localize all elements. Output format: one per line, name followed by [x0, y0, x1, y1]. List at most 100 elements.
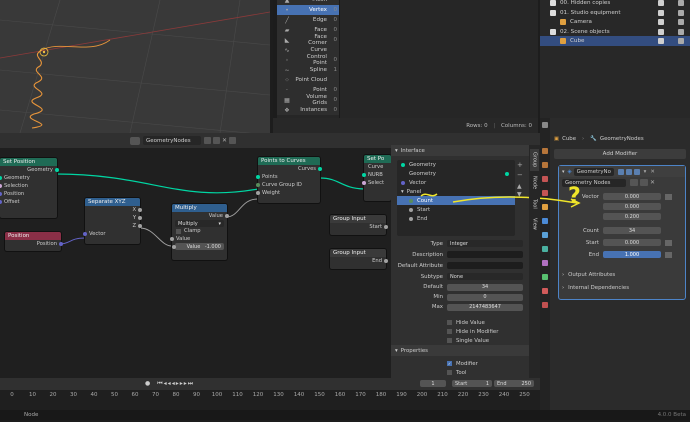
visibility-eye-icon[interactable] [658, 28, 664, 35]
next-key-icon[interactable]: ▸▸ [180, 380, 188, 387]
count-field[interactable]: 34 [603, 227, 661, 234]
points-to-curves-node[interactable]: Points to Curves Curves Points Curve Gro… [256, 157, 322, 203]
unlink-icon[interactable]: ✕ [222, 137, 227, 144]
output-attributes-panel[interactable]: › Output Attributes [562, 270, 615, 279]
single-value-checkbox[interactable] [447, 338, 452, 343]
timeline-header[interactable]: ● ⏮ ◂◂ ◂ ▸ ▸▸ ⏭ 1 Start 1 End 250 [0, 378, 540, 390]
end-frame-field[interactable]: End 250 [494, 380, 534, 387]
vector-x-field[interactable]: 0.000 [603, 193, 661, 200]
render-camera-icon[interactable] [678, 9, 684, 16]
spreadsheet-editor[interactable]: ▲ Mesh • Vertex 0 ╱ Edge 0 ▰ Face 0 ◣ Face Corner 0 ∿ C… [273, 0, 538, 133]
separate-xyz-node[interactable]: Separate XYZ X Y Z Vector [83, 198, 142, 244]
node-tree-type-icon[interactable] [130, 136, 140, 145]
spreadsheet-item-count: 0 [333, 37, 337, 43]
dropdown-icon[interactable]: ▾ [644, 169, 647, 175]
fake-user-icon[interactable] [630, 179, 638, 186]
tab-node[interactable]: Node [530, 173, 539, 193]
close-icon[interactable]: ✕ [650, 169, 655, 175]
duplicate-icon[interactable] [640, 179, 648, 186]
point-cloud-icon: ⁘ [284, 76, 290, 84]
modifier-checkbox[interactable]: ✓ [447, 361, 452, 366]
subtype-dropdown[interactable]: None [447, 273, 523, 280]
render-camera-icon[interactable] [678, 38, 684, 44]
position-node[interactable]: Position Position [5, 232, 63, 251]
group-input-node-end[interactable]: Group Input End [330, 249, 388, 269]
multiply-value-field[interactable]: Value -1.000 [172, 243, 224, 250]
prev-key-icon[interactable]: ◂◂ [164, 380, 172, 387]
3d-viewport[interactable] [0, 0, 271, 136]
tab-group[interactable]: Group [530, 149, 539, 171]
description-field[interactable] [447, 251, 523, 258]
playback-controls[interactable]: ● ⏮ ◂◂ ◂ ▸ ▸▸ ⏭ [145, 379, 194, 388]
current-frame-field[interactable]: 1 [420, 380, 446, 387]
vector-z-field[interactable]: 0.200 [603, 213, 661, 220]
render-icon[interactable] [633, 168, 640, 175]
start-field[interactable]: 0.000 [603, 239, 661, 246]
jump-end-icon[interactable]: ⏭ [188, 380, 194, 388]
fake-user-icon[interactable] [204, 137, 211, 144]
outliner[interactable]: 00. Hidden copies 01. Studio equipment Cam… [540, 0, 690, 50]
hide-in-modifier-checkbox[interactable] [447, 329, 452, 334]
outliner-item-camera[interactable]: Camera [540, 17, 690, 27]
attribute-toggle-icon[interactable] [665, 239, 672, 246]
timeline-tick-label: 70 [152, 392, 159, 398]
visibility-eye-icon[interactable] [658, 0, 664, 6]
record-icon[interactable]: ● [145, 380, 151, 387]
tool-checkbox[interactable] [447, 370, 452, 375]
min-field[interactable]: 0 [447, 293, 523, 301]
render-camera-icon[interactable] [678, 28, 684, 35]
default-field[interactable]: 34 [447, 283, 523, 291]
timeline-tick-label: 220 [457, 392, 469, 398]
hide-value-checkbox[interactable] [447, 320, 452, 325]
visibility-eye-icon[interactable] [658, 9, 664, 16]
default-attribute-field[interactable] [447, 262, 523, 269]
unlink-icon[interactable]: ✕ [650, 179, 655, 186]
sidebar-n-panel[interactable]: ▾ Interface Geometry Geometry Vector ▾ Pan… [391, 145, 581, 378]
spreadsheet-item-spline[interactable]: ∼ Spline 1 [277, 65, 339, 75]
multiply-node[interactable]: Multiply Value Multiply ▾ Clamp Value Val… [170, 204, 229, 260]
pin-icon[interactable] [229, 137, 237, 144]
render-camera-icon[interactable] [678, 0, 684, 6]
outliner-item-02-scene-objects[interactable]: 02. Scene objects [540, 27, 690, 37]
spreadsheet-item-edge[interactable]: ╱ Edge 0 [277, 15, 339, 25]
tab-view[interactable]: View [530, 215, 539, 233]
outliner-item-01-studio-equipment[interactable]: 01. Studio equipment [540, 8, 690, 18]
start-frame-field[interactable]: Start 1 [452, 380, 492, 387]
math-operation-dropdown[interactable]: Multiply ▾ [175, 220, 224, 227]
realtime-icon[interactable] [625, 168, 632, 175]
render-camera-icon[interactable] [678, 19, 684, 25]
tab-tool[interactable]: Tool [530, 195, 539, 213]
collection-icon [550, 9, 556, 16]
spreadsheet-item-point-cloud[interactable]: ⁘ Point Cloud [277, 75, 339, 85]
properties-panel-header[interactable]: ▾ Properties [391, 345, 529, 356]
end-field[interactable]: 1.000 [603, 251, 661, 258]
attribute-toggle-icon[interactable] [665, 251, 672, 258]
spreadsheet-item-label: Curve [310, 47, 327, 53]
clamp-checkbox[interactable] [176, 228, 181, 234]
spreadsheet-item-face-corner[interactable]: ◣ Face Corner 0 [277, 34, 339, 46]
edit-mode-icon[interactable] [617, 168, 624, 175]
spreadsheet-item-volume-grids[interactable]: ▦ Volume Grids 0 [277, 94, 339, 106]
internal-dependencies-panel[interactable]: › Internal Dependencies [562, 283, 629, 292]
outliner-item-cube[interactable]: Cube [540, 36, 690, 46]
set-position-node-2[interactable]: Set Po Curve NURB Select [362, 155, 391, 201]
node-tree-name-field[interactable]: GeometryNodes [143, 136, 201, 145]
attribute-toggle-icon[interactable] [665, 193, 672, 200]
outliner-item-label: 01. Studio equipment [560, 9, 621, 16]
spreadsheet-item-control-point[interactable]: ◦ Control Point 0 [277, 54, 339, 66]
spreadsheet-item-vertex[interactable]: • Vertex 0 [277, 5, 339, 15]
visibility-eye-icon[interactable] [658, 38, 664, 44]
timeline-ruler[interactable]: 0 10 20 30 40 50 60 70 80 90 100 110 120 130 140 150 160… [0, 390, 540, 410]
set-position-node[interactable]: Set Position Geometry Geometry Selection… [0, 158, 59, 218]
visibility-eye-icon[interactable] [658, 19, 664, 25]
vector-y-field[interactable]: 0.000 [603, 203, 661, 210]
max-field[interactable]: 2147483647 [447, 303, 523, 311]
duplicate-icon[interactable] [213, 137, 220, 144]
outliner-item-label: Camera [570, 19, 592, 25]
spreadsheet-domain-list[interactable]: ▲ Mesh • Vertex 0 ╱ Edge 0 ▰ Face 0 ◣ Face Corner 0 ∿ C… [277, 0, 339, 115]
n-panel-tabs[interactable]: Group Node Tool View [529, 145, 540, 378]
spreadsheet-item-instances[interactable]: ❖ Instances 0 [277, 105, 339, 115]
type-dropdown[interactable]: Integer [447, 240, 523, 247]
group-input-node-start[interactable]: Group Input Start [330, 215, 388, 235]
annotation-scribble [420, 193, 581, 208]
